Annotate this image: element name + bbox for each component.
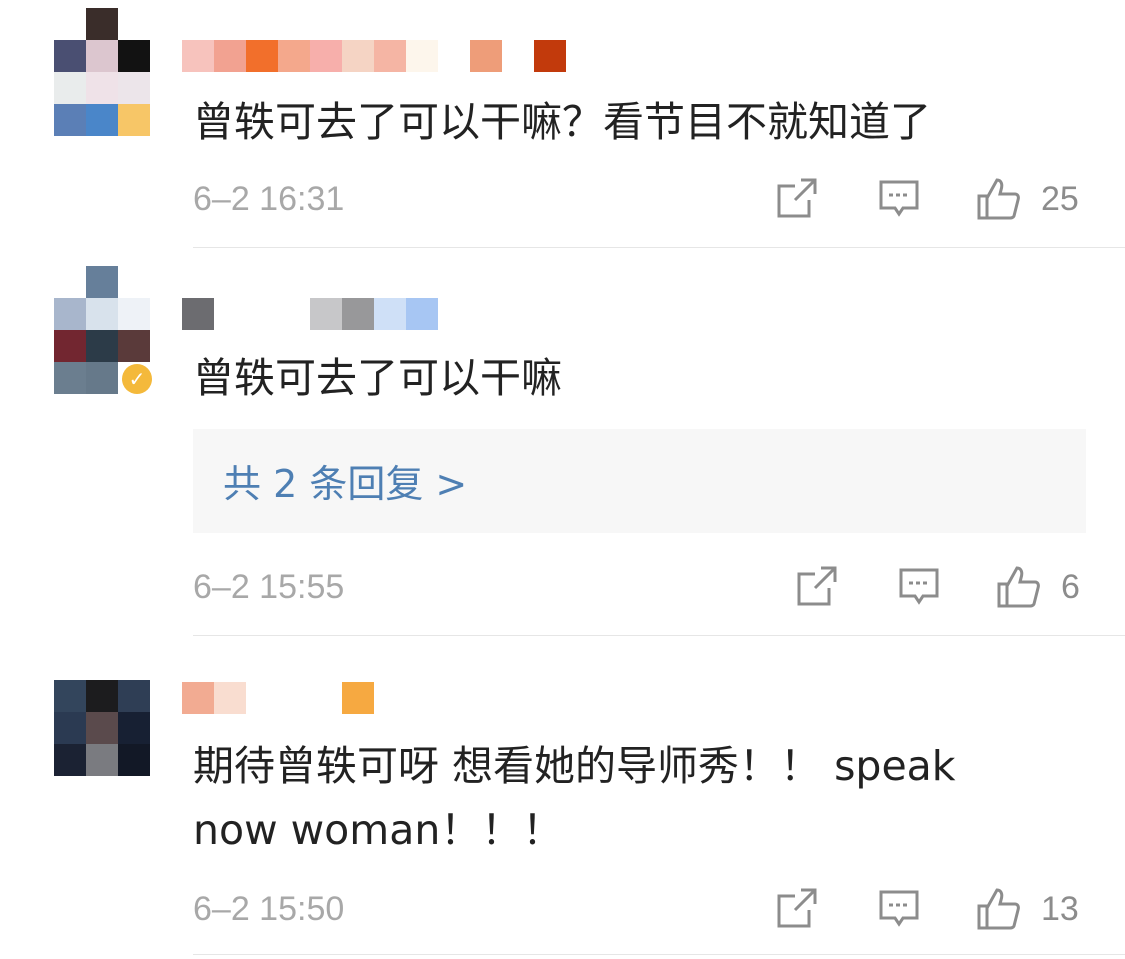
comment-time: 6–2 16:31 bbox=[193, 180, 345, 218]
comment-actions: 25 bbox=[775, 174, 1085, 224]
comment-meta: 6–2 15:55 6 bbox=[193, 562, 1085, 612]
comment-icon[interactable] bbox=[877, 886, 921, 930]
avatar[interactable] bbox=[38, 8, 154, 140]
view-replies-link[interactable]: 共 2 条回复 > bbox=[223, 453, 467, 508]
share-icon[interactable] bbox=[775, 176, 819, 220]
like-count: 25 bbox=[1041, 180, 1079, 218]
like-count: 6 bbox=[1061, 568, 1080, 606]
comment-text: 曾轶可去了可以干嘛 bbox=[193, 354, 562, 402]
thumbs-up-icon[interactable] bbox=[975, 886, 1020, 930]
comment-icon[interactable] bbox=[897, 564, 941, 608]
comment-time: 6–2 15:55 bbox=[193, 568, 345, 606]
divider bbox=[193, 954, 1125, 955]
thumbs-up-icon[interactable] bbox=[975, 176, 1020, 220]
like-count: 13 bbox=[1041, 890, 1079, 928]
comment-meta: 6–2 15:50 13 bbox=[193, 884, 1085, 934]
share-icon[interactable] bbox=[795, 564, 839, 608]
comment-item: ✓ 曾轶可去了可以干嘛 共 2 条回复 > 6–2 15:55 6 bbox=[0, 248, 1125, 636]
comment-icon[interactable] bbox=[877, 176, 921, 220]
avatar[interactable] bbox=[38, 680, 154, 812]
comment-item: 曾轶可去了可以干嘛？看节目不就知道了 6–2 16:31 25 bbox=[0, 0, 1125, 248]
verified-badge-icon: ✓ bbox=[122, 364, 152, 394]
share-icon[interactable] bbox=[775, 886, 819, 930]
comment-meta: 6–2 16:31 25 bbox=[193, 174, 1085, 224]
comment-item: 期待曾轶可呀 想看她的导师秀！！ speak now woman！！！ 6–2 … bbox=[0, 636, 1125, 959]
comment-text: 曾轶可去了可以干嘛？看节目不就知道了 bbox=[193, 98, 931, 146]
comment-actions: 13 bbox=[775, 884, 1085, 934]
comment-text: 期待曾轶可呀 想看她的导师秀！！ speak now woman！！！ bbox=[193, 742, 956, 854]
comment-time: 6–2 15:50 bbox=[193, 890, 345, 928]
comment-actions: 6 bbox=[795, 562, 1085, 612]
thumbs-up-icon[interactable] bbox=[995, 564, 1040, 608]
replies-box[interactable]: 共 2 条回复 > bbox=[193, 429, 1086, 533]
avatar[interactable]: ✓ bbox=[38, 266, 154, 398]
